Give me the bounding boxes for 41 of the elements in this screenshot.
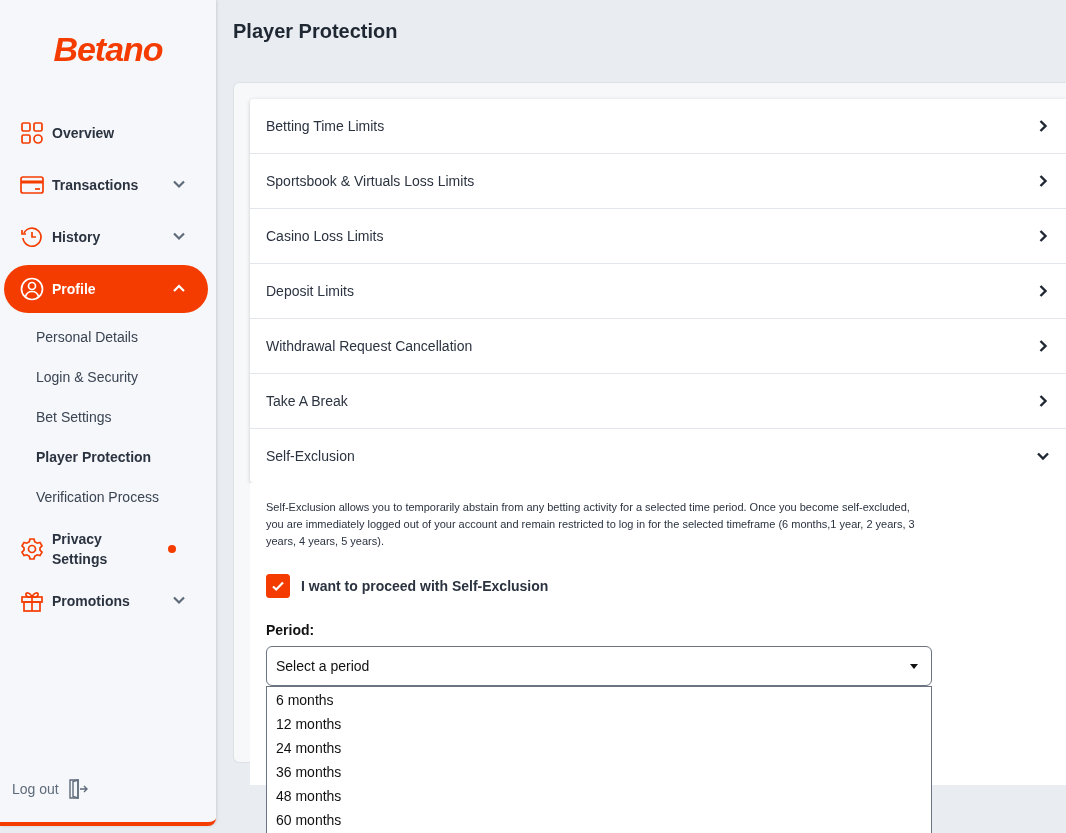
card-icon — [20, 173, 44, 197]
submenu-item[interactable]: Verification Process — [4, 477, 208, 517]
dropdown-option[interactable]: 48 months — [267, 784, 931, 808]
accordion-header[interactable]: Betting Time Limits — [250, 99, 1066, 154]
page-title: Player Protection — [233, 20, 399, 44]
dropdown-option[interactable]: 24 months — [267, 736, 931, 760]
dropdown-option[interactable]: 6 months — [267, 688, 931, 712]
submenu-item[interactable]: Player Protection — [4, 437, 208, 477]
dropdown-option[interactable]: 36 months — [267, 760, 931, 784]
history-icon — [20, 225, 44, 249]
nav-item[interactable]: Privacy Settings — [4, 525, 208, 573]
accordion-header[interactable]: Withdrawal Request Cancellation — [250, 319, 1066, 374]
description-text: Self-Exclusion allows you to temporarily abstain from any betting activity for a selected time period. Once you become self-excluded, you are immediately logged out of your account and remain restricted to log in for the selected timeframe (6 months,1 year, 2 years, 3 years, 4 years, 5 years). — [266, 500, 916, 549]
submenu-item[interactable]: Bet Settings — [4, 397, 208, 437]
gift-icon — [20, 589, 44, 613]
checkbox[interactable] — [266, 574, 290, 598]
field-label: Period: — [266, 622, 316, 638]
nav-item[interactable]: Transactions — [4, 161, 208, 209]
nav-item[interactable]: Profile — [4, 265, 208, 313]
nav-item[interactable]: History — [4, 213, 208, 261]
submenu-item[interactable]: Login & Security — [4, 357, 208, 397]
period-dropdown[interactable]: Select a period — [266, 646, 932, 686]
user-icon — [20, 277, 44, 301]
caret-icon — [909, 661, 919, 671]
dropdown-option[interactable]: 12 months — [267, 712, 931, 736]
checkmark-icon — [271, 579, 285, 593]
accordion-header[interactable]: Take A Break — [250, 374, 1066, 429]
settings-icon — [20, 537, 44, 561]
nav-item[interactable]: Overview — [4, 109, 208, 157]
nav-item[interactable]: Promotions — [4, 577, 208, 625]
logout-link[interactable]: Log out — [12, 778, 89, 800]
checkbox-label: I want to proceed with Self-Exclusion — [301, 578, 549, 594]
logo[interactable]: Betano — [53, 30, 163, 69]
submenu-item[interactable]: Personal Details — [4, 317, 208, 357]
accordion-header[interactable]: Self-Exclusion — [250, 429, 1066, 483]
dropdown-option[interactable]: 60 months — [267, 808, 931, 832]
exit-door-icon — [66, 778, 89, 800]
accordion-header[interactable]: Sportsbook & Virtuals Loss Limits — [250, 154, 1066, 209]
grid-icon — [20, 121, 44, 145]
accordion-header[interactable]: Deposit Limits — [250, 264, 1066, 319]
accordion-header[interactable]: Casino Loss Limits — [250, 209, 1066, 264]
